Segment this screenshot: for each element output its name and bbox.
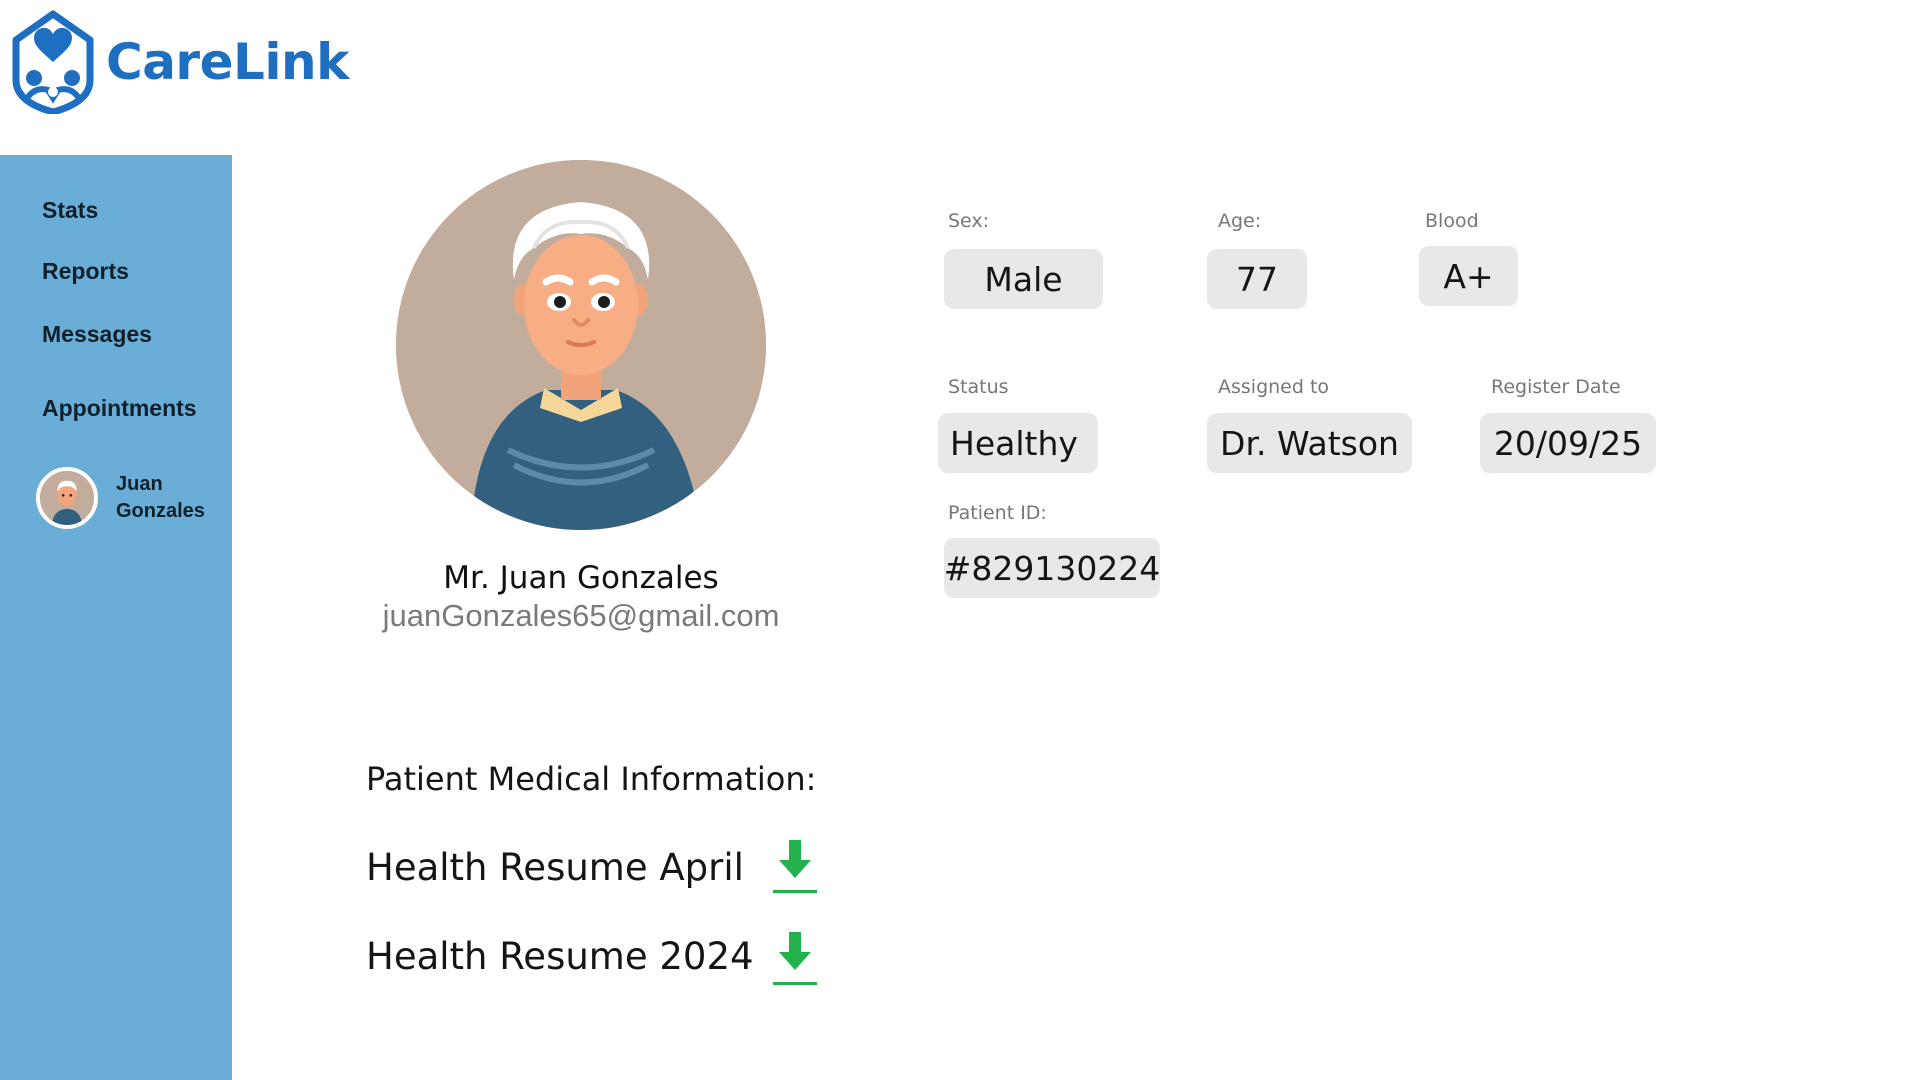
blood-label: Blood <box>1425 210 1479 232</box>
patient-name: Mr. Juan Gonzales <box>443 560 719 596</box>
sidebar-item-messages[interactable]: Messages <box>42 321 152 348</box>
patient-photo <box>396 160 766 530</box>
document-label: Health Resume 2024 <box>366 935 754 978</box>
medical-info-title: Patient Medical Information: <box>366 760 817 798</box>
brand-logo[interactable]: CareLink <box>12 10 349 114</box>
app-root: CareLink Stats Reports Messages Appointm… <box>0 0 1920 1080</box>
sex-label: Sex: <box>948 210 990 232</box>
sidebar-user-name: Juan Gonzales <box>116 473 205 522</box>
status-value: Healthy <box>938 413 1098 473</box>
sex-value: Male <box>944 249 1103 309</box>
download-icon[interactable] <box>773 930 817 986</box>
house-heart-logo-icon <box>12 10 94 114</box>
blood-value: A+ <box>1419 246 1518 306</box>
document-label: Health Resume April <box>366 846 744 889</box>
elderly-man-avatar-icon <box>40 471 94 525</box>
patient-id-value: #829130224 <box>944 538 1160 598</box>
download-icon[interactable] <box>773 838 817 894</box>
sidebar: Stats Reports Messages Appointments Juan… <box>0 155 232 1080</box>
register-date-value: 20/09/25 <box>1480 413 1656 473</box>
avatar <box>36 467 98 529</box>
elderly-man-portrait-icon <box>396 160 766 530</box>
register-date-label: Register Date <box>1491 376 1621 398</box>
sidebar-item-reports[interactable]: Reports <box>42 258 129 285</box>
patient-id-label: Patient ID: <box>948 502 1047 524</box>
assigned-label: Assigned to <box>1218 376 1330 398</box>
age-label: Age: <box>1218 210 1262 232</box>
age-value: 77 <box>1207 249 1307 309</box>
assigned-doctor-value: Dr. Watson <box>1207 413 1412 473</box>
sidebar-user-profile[interactable]: Juan Gonzales <box>36 467 216 529</box>
status-label: Status <box>948 376 1009 398</box>
brand-name: CareLink <box>106 33 349 91</box>
sidebar-item-appointments[interactable]: Appointments <box>42 395 197 422</box>
patient-email[interactable]: juanGonzales65@gmail.com <box>346 598 816 634</box>
sidebar-item-stats[interactable]: Stats <box>42 197 98 224</box>
